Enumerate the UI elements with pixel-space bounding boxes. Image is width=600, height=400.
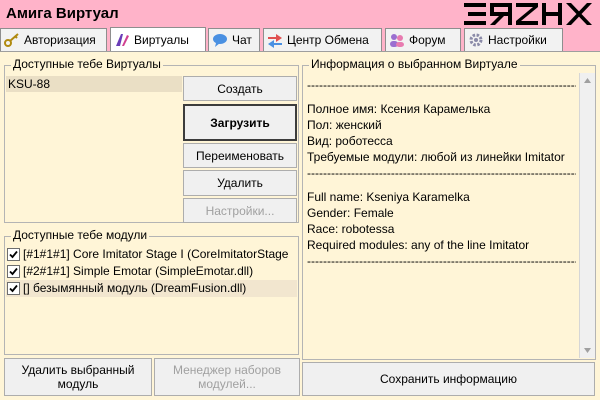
info-modules-ru: Требуемые модули: любой из линейки Imita…	[307, 150, 565, 164]
list-item[interactable]: KSU-88	[6, 76, 182, 92]
title-bar: Амига Виртуал	[0, 0, 600, 28]
module-label: [] безымянный модуль (DreamFusion.dll)	[23, 281, 247, 295]
key-icon	[4, 32, 20, 48]
separator: ----------------------------------------…	[307, 166, 576, 180]
scroll-down-arrow-icon[interactable]	[580, 343, 595, 358]
save-info-button[interactable]: Сохранить информацию	[302, 362, 595, 396]
tab-chat-label: Чат	[232, 33, 252, 47]
logo-icon	[462, 0, 598, 28]
module-label: [#1#1#1] Core Imitator Stage I (CoreImit…	[23, 247, 289, 261]
info-modules-en: Required modules: any of the line Imitat…	[307, 238, 530, 252]
module-label: [#2#1#1] Simple Emotar (SimpleEmotar.dll…	[23, 264, 254, 278]
tab-authorization[interactable]: Авторизация	[0, 28, 107, 51]
tab-settings[interactable]: Настройки	[464, 28, 563, 51]
virtuals-list[interactable]: KSU-88	[6, 76, 182, 221]
info-race-en: Race: robotessa	[307, 222, 395, 236]
virtuals-group-legend: Доступные тебе Виртуалы	[11, 57, 163, 71]
module-row[interactable]: [] безымянный модуль (DreamFusion.dll)	[6, 280, 297, 297]
tab-bar: Авторизация Виртуалы Чат Центр Обмена Фо…	[0, 27, 600, 52]
info-gender-ru: Пол: женский	[307, 118, 382, 132]
app-title: Амига Виртуал	[6, 5, 119, 22]
exchange-arrows-icon	[267, 32, 283, 48]
load-button[interactable]: Загрузить	[183, 104, 297, 141]
scroll-up-arrow-icon[interactable]	[580, 73, 595, 88]
module-row[interactable]: [#1#1#1] Core Imitator Stage I (CoreImit…	[6, 246, 297, 263]
checkmark-icon	[9, 284, 18, 293]
info-gender-en: Gender: Female	[307, 206, 394, 220]
modules-group-legend: Доступные тебе модули	[11, 228, 150, 242]
tab-chat[interactable]: Чат	[208, 28, 260, 51]
separator: ----------------------------------------…	[307, 254, 576, 268]
module-row[interactable]: [#2#1#1] Simple Emotar (SimpleEmotar.dll…	[6, 263, 297, 280]
info-full-name-ru: Полное имя: Ксения Карамелька	[307, 102, 491, 116]
pen-icon	[114, 32, 130, 48]
module-set-manager-button: Менеджер наборов модулей...	[154, 358, 300, 396]
virtual-settings-button: Настройки...	[183, 198, 297, 223]
tab-authorization-label: Авторизация	[24, 33, 96, 47]
chat-bubble-icon	[212, 32, 228, 48]
checkmark-icon	[9, 267, 18, 276]
info-full-name-en: Full name: Kseniya Karamelka	[307, 190, 470, 204]
tab-virtuals-label: Виртуалы	[134, 33, 189, 47]
checkmark-icon	[9, 250, 18, 259]
tab-forum-label: Форум	[409, 33, 446, 47]
module-checkbox[interactable]	[7, 265, 20, 278]
info-text[interactable]: ----------------------------------------…	[304, 73, 579, 358]
delete-module-button[interactable]: Удалить выбранный модуль	[4, 358, 152, 396]
tab-settings-label: Настройки	[488, 33, 547, 47]
create-button[interactable]: Создать	[183, 76, 297, 101]
virtuals-panel: Доступные тебе Виртуалы KSU-88 Создать З…	[0, 51, 600, 400]
info-race-ru: Вид: роботесса	[307, 134, 393, 148]
separator: ----------------------------------------…	[307, 78, 576, 92]
tab-forum[interactable]: Форум	[385, 28, 461, 51]
info-group-legend: Информация о выбранном Виртуале	[309, 57, 520, 71]
info-scrollbar[interactable]	[579, 73, 595, 358]
gear-icon	[468, 32, 484, 48]
logo	[462, 0, 598, 28]
tab-virtuals[interactable]: Виртуалы	[110, 27, 206, 52]
users-icon	[389, 32, 405, 48]
module-checkbox[interactable]	[7, 282, 20, 295]
tab-exchange-center[interactable]: Центр Обмена	[263, 28, 382, 51]
modules-list[interactable]: [#1#1#1] Core Imitator Stage I (CoreImit…	[6, 246, 297, 353]
rename-button[interactable]: Переименовать	[183, 143, 297, 168]
tab-exchange-label: Центр Обмена	[287, 33, 369, 47]
module-checkbox[interactable]	[7, 248, 20, 261]
delete-virtual-button[interactable]: Удалить	[183, 170, 297, 196]
